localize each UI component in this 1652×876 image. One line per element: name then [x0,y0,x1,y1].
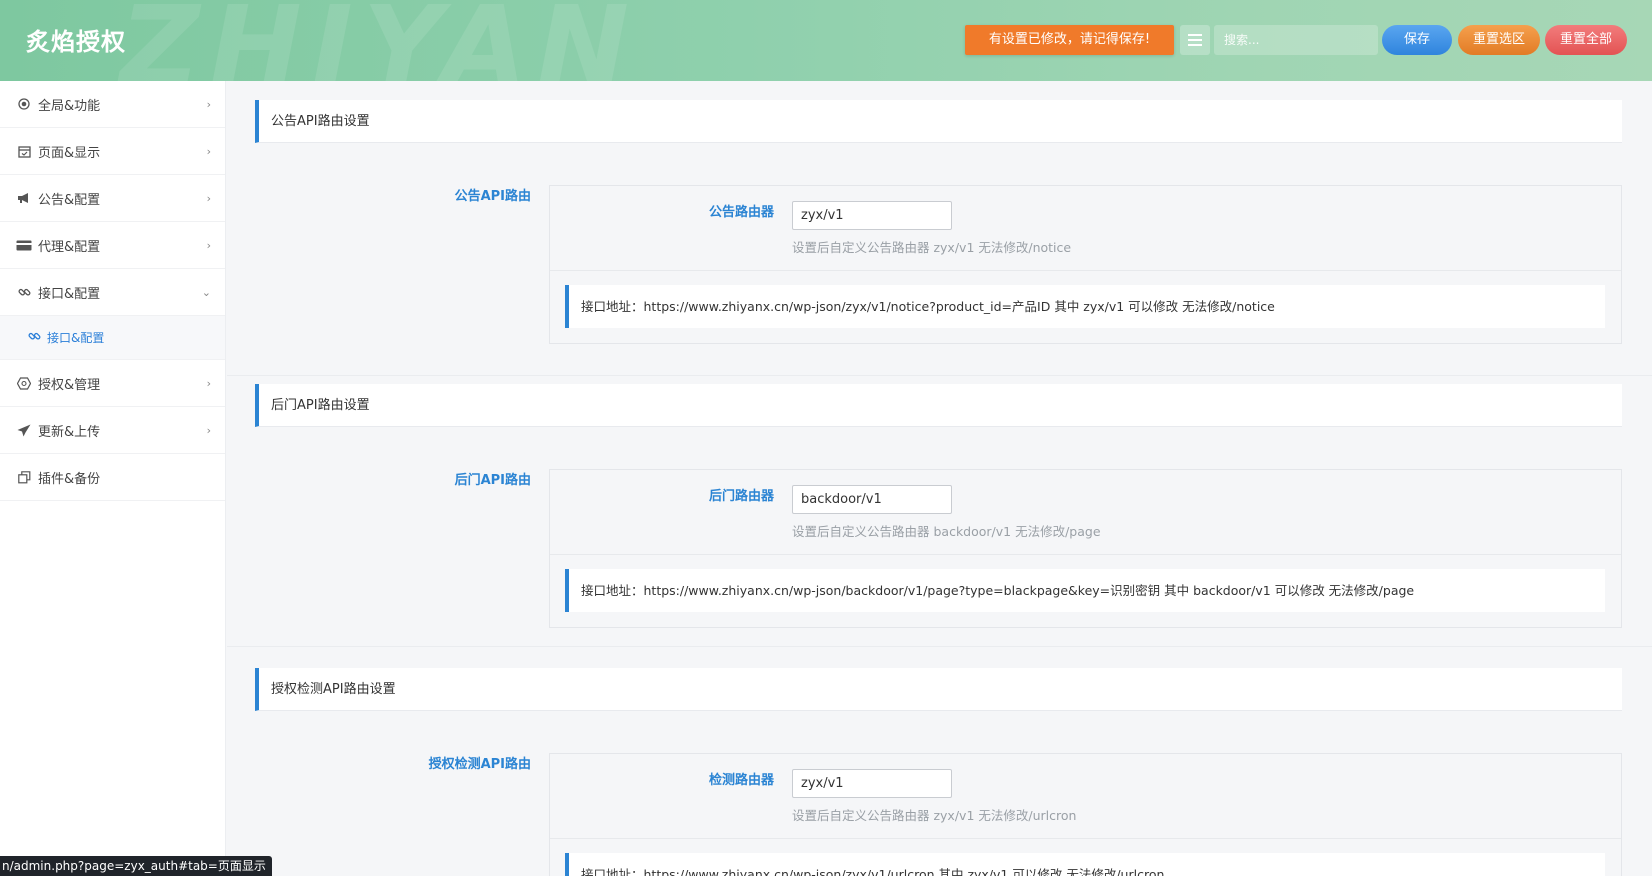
notice-router-input[interactable] [792,201,952,230]
help-text: 设置后自定义公告路由器 zyx/v1 无法修改/urlcron [792,808,1077,823]
main-content: 公告API路由设置 公告API路由 公告路由器 设置后自定义公告路由器 zyx/… [227,81,1652,876]
divider [550,270,1621,271]
paper-plane-icon [16,422,32,438]
help-text: 设置后自定义公告路由器 zyx/v1 无法修改/notice [792,240,1072,255]
sidebar-item-plugins[interactable]: 插件&备份 [0,454,225,501]
sidebar-item-label: 页面&显示 [38,145,101,161]
help-text: 设置后自定义公告路由器 backdoor/v1 无法修改/page [792,524,1101,539]
megaphone-icon [16,190,32,206]
field-box: 公告路由器 设置后自定义公告路由器 zyx/v1 无法修改/notice 接口地… [549,185,1622,344]
sidebar-item-pages[interactable]: 页面&显示 › [0,128,225,175]
radio-icon [16,96,32,112]
field-box: 检测路由器 设置后自定义公告路由器 zyx/v1 无法修改/urlcron 接口… [549,753,1622,876]
api-address-note: 接口地址：https://www.zhiyanx.cn/wp-json/zyx/… [565,853,1605,876]
api-address-note: 接口地址：https://www.zhiyanx.cn/wp-json/back… [565,569,1605,612]
sidebar: 全局&功能 › 页面&显示 › 公告&配置 › 代理&配置 › 接口&配置 ⌄ … [0,81,226,876]
section-license-check-api: 授权检测API路由设置 授权检测API路由 检测路由器 设置后自定义公告路由器 … [255,668,1622,876]
sidebar-item-label: 代理&配置 [38,239,101,255]
sidebar-item-agent[interactable]: 代理&配置 › [0,222,225,269]
chevron-right-icon: › [206,97,211,111]
section-title: 公告API路由设置 [255,100,1622,143]
divider [550,554,1621,555]
brand-title: 炙焰授权 [26,28,126,56]
credit-card-icon [16,237,32,253]
backdoor-router-input[interactable] [792,485,952,514]
sidebar-item-label: 公告&配置 [38,192,101,208]
chevron-right-icon: › [206,376,211,390]
sidebar-item-label: 全局&功能 [38,98,101,114]
section-divider [227,646,1652,647]
top-header: ZHIYAN 炙焰授权 有设置已修改，请记得保存! 保存 重置选区 重置全部 [0,0,1652,81]
sidebar-item-label: 接口&配置 [38,286,101,302]
sidebar-item-update[interactable]: 更新&上传 › [0,407,225,454]
check-router-input[interactable] [792,769,952,798]
chevron-right-icon: › [206,191,211,205]
field-label: 后门API路由 [454,473,531,488]
sub-field-label: 公告路由器 [708,205,774,220]
section-backdoor-api: 后门API路由设置 后门API路由 后门路由器 设置后自定义公告路由器 back… [255,384,1622,634]
field-box: 后门路由器 设置后自定义公告路由器 backdoor/v1 无法修改/page … [549,469,1622,628]
sidebar-item-label: 插件&备份 [38,471,101,487]
section-divider [227,375,1652,376]
save-button[interactable]: 保存 [1382,25,1452,55]
sub-field-label: 检测路由器 [708,773,774,788]
api-address-note: 接口地址：https://www.zhiyanx.cn/wp-json/zyx/… [565,285,1605,328]
divider [550,838,1621,839]
sidebar-item-notice[interactable]: 公告&配置 › [0,175,225,222]
section-notice-api: 公告API路由设置 公告API路由 公告路由器 设置后自定义公告路由器 zyx/… [255,100,1622,350]
section-title: 后门API路由设置 [255,384,1622,427]
sidebar-subitem-api-config[interactable]: 接口&配置 [0,316,225,360]
reset-all-button[interactable]: 重置全部 [1545,25,1627,55]
chevron-down-icon: ⌄ [201,285,211,299]
chevron-right-icon: › [206,238,211,252]
sidebar-item-global[interactable]: 全局&功能 › [0,81,225,128]
field-label: 公告API路由 [454,189,531,204]
search-input[interactable] [1214,25,1378,55]
sidebar-item-label: 授权&管理 [38,377,101,393]
section-title: 授权检测API路由设置 [255,668,1622,711]
reset-section-button[interactable]: 重置选区 [1458,25,1540,55]
unsaved-notice: 有设置已修改，请记得保存! [965,25,1174,55]
hexagon-icon [16,375,32,391]
sidebar-subitem-label: 接口&配置 [47,331,105,345]
link-status-bar: n/admin.php?page=zyx_auth#tab=页面显示 [0,856,272,876]
header-watermark: ZHIYAN [120,0,640,81]
field-label: 授权检测API路由 [428,757,531,772]
chevron-right-icon: › [206,144,211,158]
clone-icon [16,469,32,485]
link-icon [16,284,32,300]
list-icon[interactable] [1180,25,1210,55]
sub-field-label: 后门路由器 [708,489,774,504]
calendar-check-icon [16,143,32,159]
link-icon [28,330,41,346]
sidebar-item-api[interactable]: 接口&配置 ⌄ [0,269,225,316]
chevron-right-icon: › [206,423,211,437]
sidebar-item-license[interactable]: 授权&管理 › [0,360,225,407]
sidebar-item-label: 更新&上传 [38,424,101,440]
